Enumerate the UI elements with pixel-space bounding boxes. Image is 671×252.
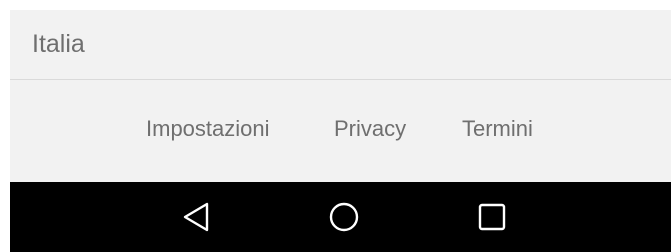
region-row: Italia bbox=[10, 10, 671, 79]
home-button[interactable] bbox=[322, 195, 366, 239]
android-navigation-bar bbox=[10, 182, 671, 252]
back-triangle-icon bbox=[183, 202, 209, 232]
footer: Italia Impostazioni Privacy Termini bbox=[10, 10, 671, 182]
settings-link[interactable]: Impostazioni bbox=[146, 116, 270, 142]
footer-links: Impostazioni Privacy Termini bbox=[10, 80, 671, 182]
privacy-link[interactable]: Privacy bbox=[334, 116, 406, 142]
recents-square-icon bbox=[478, 203, 506, 231]
home-circle-icon bbox=[329, 202, 359, 232]
terms-link[interactable]: Termini bbox=[462, 116, 533, 142]
back-button[interactable] bbox=[174, 195, 218, 239]
region-label: Italia bbox=[32, 30, 85, 58]
recents-button[interactable] bbox=[470, 195, 514, 239]
page: Italia Impostazioni Privacy Termini bbox=[0, 0, 671, 252]
